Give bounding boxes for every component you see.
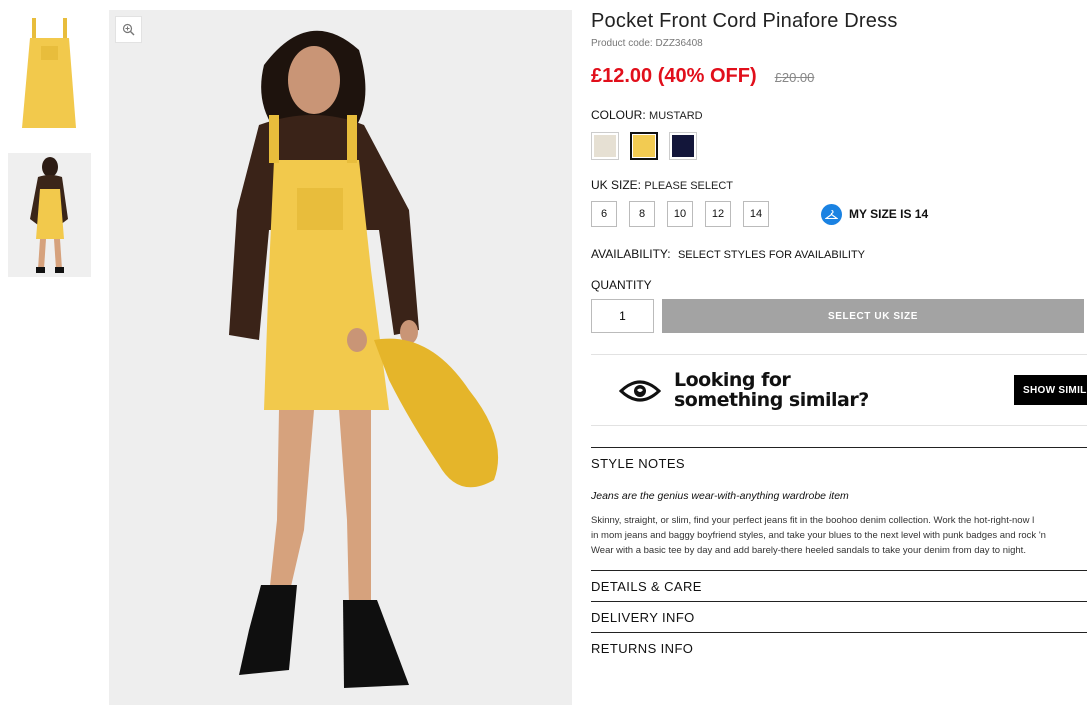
model-thumbnail-image [8,153,91,277]
style-notes-line: Wear with a basic tee by day and add bar… [591,545,1026,556]
similar-text: Looking for something similar? [674,370,869,410]
show-similar-button[interactable]: SHOW SIMILAR [1014,375,1087,405]
main-product-image[interactable] [109,10,572,705]
colour-value: MUSTARD [649,110,703,122]
add-to-bag-button[interactable]: SELECT UK SIZE [662,299,1084,333]
price-row: £12.00 (40% OFF) £20.00 [591,65,1087,88]
returns-info-heading[interactable]: RETURNS INFO [591,632,1087,663]
colour-label-text: COLOUR: [591,108,646,122]
swatch-cream[interactable] [591,132,619,160]
model-wearing-dress-image [109,10,572,705]
style-notes-body: Jeans are the genius wear-with-anything … [591,490,1087,570]
product-info-panel: Pocket Front Cord Pinafore Dress Product… [591,10,1087,663]
similar-line-2: something similar? [674,389,869,411]
quantity-input[interactable] [591,299,654,333]
similar-banner: Looking for something similar? SHOW SIMI… [591,354,1087,426]
details-care-heading[interactable]: DETAILS & CARE [591,570,1087,601]
size-value: PLEASE SELECT [644,180,734,192]
dress-flat-image [22,18,76,128]
quantity-row: SELECT UK SIZE [591,299,1087,333]
hanger-icon [821,203,842,225]
availability: AVAILABILITY: SELECT STYLES FOR AVAILABI… [591,247,1087,261]
zoom-in-icon [122,23,135,36]
colour-swatches [591,132,1087,160]
style-notes-heading[interactable]: STYLE NOTES [591,447,1087,478]
size-option-8[interactable]: 8 [629,201,655,227]
similar-line-1: Looking for [674,369,791,391]
colour-label: COLOUR: MUSTARD [591,108,1087,122]
thumbnail-dress-flat[interactable] [8,10,91,134]
product-title: Pocket Front Cord Pinafore Dress [591,10,898,32]
size-label-text: UK SIZE: [591,178,642,192]
availability-value: SELECT STYLES FOR AVAILABILITY [677,249,866,261]
sale-price: £12.00 (40% OFF) [591,65,757,87]
size-option-14[interactable]: 14 [743,201,769,227]
size-options: 6 8 10 12 14 MY SIZE IS 14 [591,201,1087,227]
quantity-label: QUANTITY [591,278,652,292]
size-option-6[interactable]: 6 [591,201,617,227]
style-notes-section: STYLE NOTES Jeans are the genius wear-wi… [591,447,1087,570]
style-notes-line: Skinny, straight, or slim, find your per… [591,515,1035,526]
product-code: Product code: DZZ36408 [591,38,703,49]
swatch-cream-fill [594,135,616,157]
thumbnail-model[interactable] [8,153,91,277]
size-option-12[interactable]: 12 [705,201,731,227]
delivery-info-heading[interactable]: DELIVERY INFO [591,601,1087,632]
thumbnail-gallery [8,10,92,296]
my-size-label: MY SIZE IS 14 [849,207,929,221]
swatch-mustard[interactable] [630,132,658,160]
style-notes-lead: Jeans are the genius wear-with-anything … [591,490,849,502]
style-notes-text: Skinny, straight, or slim, find your per… [591,513,1087,558]
swatch-navy-fill [672,135,694,157]
my-size-button[interactable]: MY SIZE IS 14 [821,203,929,225]
style-notes-line: in mom jeans and baggy boyfriend styles,… [591,530,1046,541]
eye-icon [619,380,661,402]
size-option-10[interactable]: 10 [667,201,693,227]
zoom-button[interactable] [115,16,142,43]
size-label: UK SIZE: PLEASE SELECT [591,178,1087,192]
swatch-mustard-fill [633,135,655,157]
swatch-navy[interactable] [669,132,697,160]
original-price: £20.00 [774,70,815,85]
availability-label: AVAILABILITY: [591,247,671,261]
